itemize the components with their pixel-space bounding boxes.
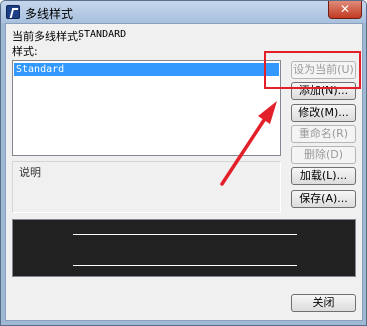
annotation-arrow-icon: [220, 101, 277, 186]
